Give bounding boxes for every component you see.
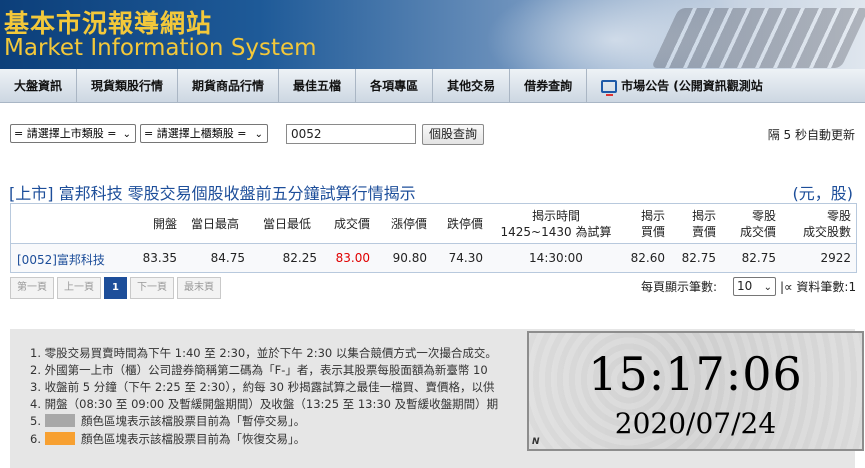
clock-time: 15:17:06: [588, 347, 803, 401]
main-nav: 大盤資訊 現貨類股行情 期貨商品行情 最佳五檔 各項專區 其他交易 借券查詢 市…: [0, 69, 865, 103]
nav-item-special-zones[interactable]: 各項專區: [356, 69, 434, 103]
col-low: 當日最低: [262, 217, 311, 231]
nav-item-announcement[interactable]: 市場公告 (公開資訊觀測站: [587, 69, 777, 103]
col-odd-price-line2: 成交價: [739, 225, 776, 239]
col-odd-volume-line2: 成交股數: [802, 225, 851, 239]
query-controls: = 請選擇上市類股 = ⌄ = 請選擇上櫃類股 = ⌄ 0052 個股查詢 隔 …: [10, 124, 855, 145]
quote-table: 開盤 當日最高 當日最低 成交價 漲停價 跌停價 揭示時間 1425~1430 …: [10, 203, 857, 273]
nav-item-other-trading[interactable]: 其他交易: [433, 69, 511, 103]
record-count: |∝ 資料筆數:1: [780, 280, 857, 294]
clock-widget: 15:17:06 2020/07/24 N: [527, 331, 864, 451]
col-ask-line2: 賣價: [691, 225, 716, 239]
resume-color-swatch: [44, 432, 75, 445]
chevron-down-icon: ⌄: [254, 129, 263, 140]
note-6-text: 顏色區塊表示該檔股票目前為「恢復交易」。: [80, 432, 306, 446]
col-odd-volume-line1: 零股: [826, 209, 851, 223]
stock-name-link[interactable]: [0052]富邦科技: [17, 251, 105, 268]
col-limit-down: 跌停價: [446, 217, 483, 231]
cell-bid: 82.60: [630, 251, 665, 265]
col-bid-line2: 買價: [640, 225, 665, 239]
pagination: 第一頁 上一頁 1 下一頁 最末頁: [10, 277, 221, 299]
stock-query-button[interactable]: 個股查詢: [422, 124, 485, 145]
first-page-button[interactable]: 第一頁: [10, 277, 54, 299]
table-row: [0052]富邦科技 83.35 84.75 82.25 83.00 90.80…: [11, 244, 856, 272]
cell-odd-volume: 2922: [820, 251, 851, 265]
cell-open: 83.35: [142, 251, 177, 265]
col-time-note: 1425~1430 為試算: [500, 225, 612, 239]
col-odd-price-line1: 零股: [751, 209, 776, 223]
listed-sector-select[interactable]: = 請選擇上市類股 = ⌄: [10, 124, 136, 143]
chevron-down-icon: ⌄: [763, 282, 772, 293]
nav-item-best-five[interactable]: 最佳五檔: [279, 69, 357, 103]
cell-odd-price: 82.75: [741, 251, 776, 265]
clock-corner-mark: N: [532, 437, 540, 447]
chevron-down-icon: ⌄: [122, 129, 131, 140]
note-6: 6. 顏色區塊表示該檔股票目前為「恢復交易」。: [30, 431, 305, 447]
clock-date: 2020/07/24: [614, 407, 777, 440]
prev-page-button[interactable]: 上一頁: [57, 277, 101, 299]
nav-item-market-info[interactable]: 大盤資訊: [0, 69, 78, 103]
note-4: 4. 開盤（08:30 至 09:00 及暫緩開盤期間）及收盤（13:25 至 …: [30, 397, 499, 411]
section-title: [上市] 富邦科技 零股交易個股收盤前五分鐘試算行情揭示: [9, 184, 416, 203]
site-banner: 基本市況報導網站 Market Information System: [0, 0, 865, 69]
cell-high: 84.75: [210, 251, 245, 265]
note-5-number: 5.: [30, 414, 41, 428]
cell-last: 83.00: [335, 251, 370, 265]
nav-item-securities-lending[interactable]: 借券查詢: [510, 69, 588, 103]
note-6-number: 6.: [30, 432, 41, 446]
auto-update-label: 隔 5 秒自動更新: [767, 128, 855, 142]
per-page-label: 每頁顯示筆數:: [641, 280, 718, 294]
nav-announcement-label: 市場公告 (公開資訊觀測站: [621, 79, 763, 93]
col-time-title: 揭示時間: [531, 209, 580, 223]
col-open: 開盤: [152, 217, 177, 231]
note-5: 5. 顏色區塊表示該檔股票目前為「暫停交易」。: [30, 413, 305, 429]
site-title-en: Market Information System: [4, 35, 317, 61]
col-last: 成交價: [333, 217, 370, 231]
note-2: 2. 外國第一上市（櫃）公司證券簡稱第二碼為「F-」者，表示其股票每股面額為新臺…: [30, 363, 488, 377]
banner-keyboard-graphic: [651, 8, 865, 68]
col-ask-line1: 揭示: [691, 209, 716, 223]
cell-ask: 82.75: [681, 251, 716, 265]
note-5-text: 顏色區塊表示該檔股票目前為「暫停交易」。: [80, 414, 306, 428]
note-1: 1. 零股交易買賣時間為下午 1:40 至 2:30，並於下午 2:30 以集合…: [30, 346, 497, 360]
page-1-button[interactable]: 1: [104, 277, 127, 299]
listed-sector-select-value: = 請選擇上市類股 =: [14, 127, 117, 140]
col-high: 當日最高: [190, 217, 239, 231]
table-header: 開盤 當日最高 當日最低 成交價 漲停價 跌停價 揭示時間 1425~1430 …: [11, 204, 856, 244]
cell-time: 14:30:00: [529, 251, 583, 265]
cell-low: 82.25: [282, 251, 317, 265]
col-limit-up: 漲停價: [390, 217, 427, 231]
col-bid-line1: 揭示: [640, 209, 665, 223]
halt-color-swatch: [44, 414, 75, 427]
otc-sector-select[interactable]: = 請選擇上櫃類股 = ⌄: [140, 124, 268, 143]
nav-item-futures[interactable]: 期貨商品行情: [178, 69, 280, 103]
cell-limit-down: 74.30: [448, 251, 483, 265]
per-page-select[interactable]: 10 ⌄: [733, 277, 776, 296]
note-3: 3. 收盤前 5 分鐘（下午 2:25 至 2:30），約每 30 秒揭露試算之…: [30, 380, 495, 394]
unit-label: (元，股): [792, 184, 854, 203]
per-page-select-value: 10: [737, 279, 753, 293]
next-page-button[interactable]: 下一頁: [129, 277, 174, 299]
stock-code-input[interactable]: 0052: [286, 124, 416, 144]
monitor-icon: [601, 79, 618, 96]
cell-limit-up: 90.80: [392, 251, 427, 265]
nav-item-spot-sectors[interactable]: 現貨類股行情: [77, 69, 179, 103]
otc-sector-select-value: = 請選擇上櫃類股 =: [144, 127, 247, 140]
last-page-button[interactable]: 最末頁: [176, 277, 221, 299]
